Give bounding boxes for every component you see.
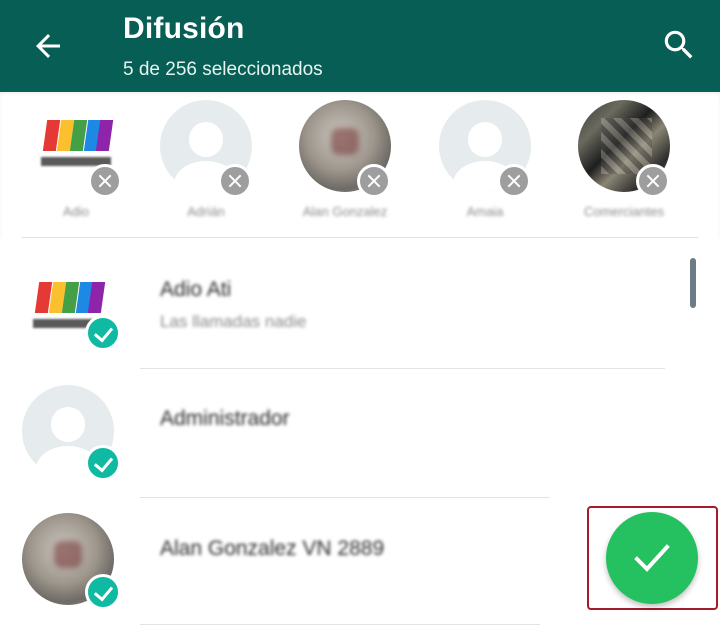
selected-contacts-strip: Adio Adrián Alan Gonzalez Amaia Comercia… (0, 92, 720, 238)
chip-label: Adio (62, 204, 90, 219)
divider (22, 237, 698, 238)
selected-check-icon (85, 445, 121, 481)
search-icon (664, 30, 693, 59)
selected-chip[interactable]: Amaia (419, 100, 549, 230)
search-button[interactable] (660, 26, 698, 64)
contact-row[interactable]: Administrador (0, 375, 680, 500)
selected-chip[interactable]: Adio (10, 100, 140, 230)
remove-icon[interactable] (497, 164, 531, 198)
remove-icon[interactable] (218, 164, 252, 198)
chip-label: Alan Gonzalez (302, 204, 388, 219)
arrow-left-icon (36, 34, 60, 58)
divider (140, 624, 540, 625)
confirm-button[interactable] (606, 512, 698, 604)
scrollbar[interactable] (690, 258, 696, 308)
contact-name: Adio Ati (160, 278, 232, 301)
contact-row[interactable]: Adio Ati Las llamadas nadie (0, 248, 680, 373)
contact-name: Administrador (160, 407, 290, 430)
app-bar: Difusión 5 de 256 seleccionados (0, 0, 720, 92)
remove-icon[interactable] (88, 164, 122, 198)
chip-label: Adrián (187, 204, 225, 219)
remove-icon[interactable] (636, 164, 670, 198)
chip-label: Amaia (466, 204, 504, 219)
selected-check-icon (85, 574, 121, 610)
contact-status: Las llamadas nadie (160, 312, 307, 331)
selection-count: 5 de 256 seleccionados (123, 59, 323, 80)
page-title: Difusión (123, 12, 245, 45)
selected-chip[interactable]: Alan Gonzalez (279, 100, 409, 230)
selected-chip[interactable]: Adrián (140, 100, 270, 230)
back-button[interactable] (30, 28, 66, 64)
chip-label: Comerciantes (583, 204, 665, 219)
remove-icon[interactable] (357, 164, 391, 198)
divider (140, 497, 550, 498)
check-icon (634, 544, 670, 572)
divider (140, 368, 665, 369)
contact-row[interactable]: Alan Gonzalez VN 2889 (0, 503, 680, 628)
selected-check-icon (85, 315, 121, 351)
contact-name: Alan Gonzalez VN 2889 (160, 537, 385, 560)
selected-chip[interactable]: Comerciantes (558, 100, 688, 230)
